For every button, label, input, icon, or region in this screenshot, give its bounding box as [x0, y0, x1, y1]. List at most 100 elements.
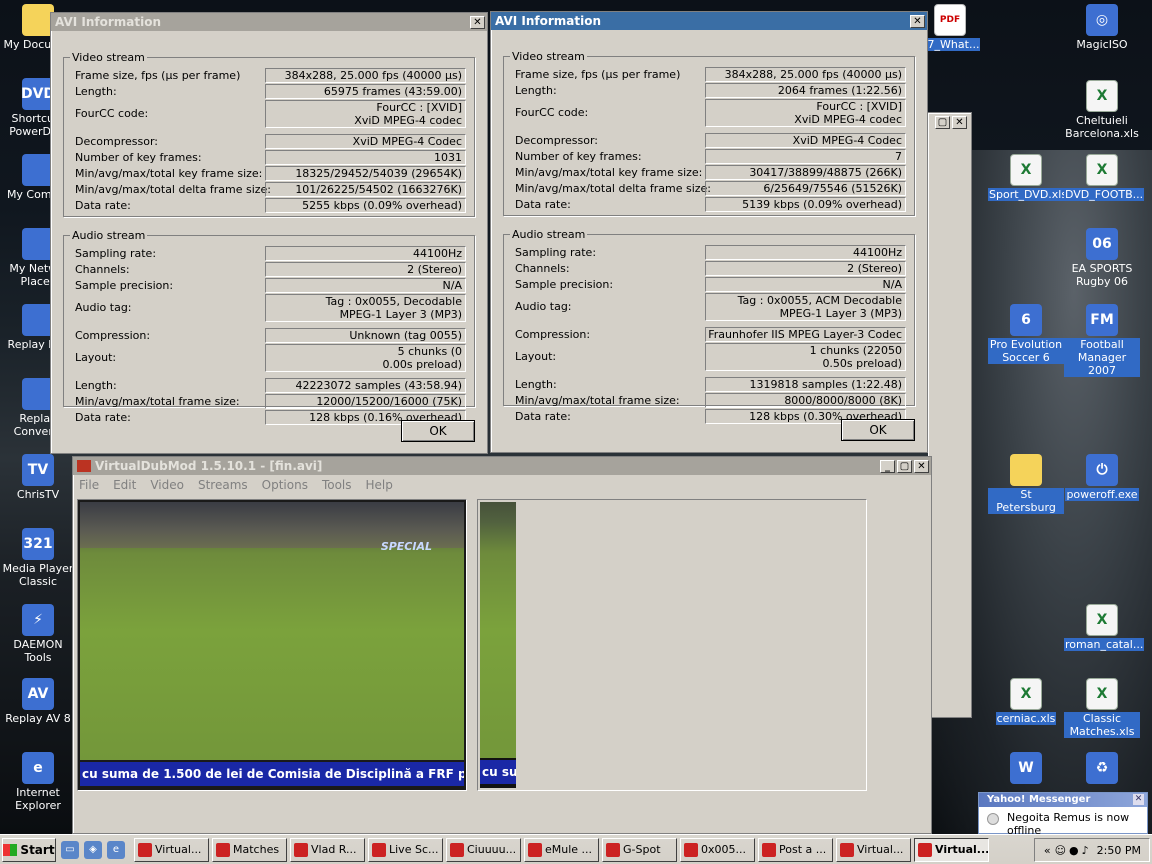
- taskbar-button[interactable]: Post a ...: [758, 837, 833, 862]
- desktop-icon[interactable]: 6 Pro Evolution Soccer 6: [988, 304, 1064, 364]
- desktop-icon[interactable]: Xroman_catal...: [1064, 604, 1145, 651]
- menu-item-file[interactable]: File: [79, 478, 99, 492]
- close-icon[interactable]: ✕: [1133, 794, 1144, 805]
- output-video-pane[interactable]: cu su: [477, 499, 867, 791]
- app-file-icon: e: [22, 752, 54, 784]
- menu-item-video[interactable]: Video: [150, 478, 184, 492]
- taskbar-button[interactable]: 0x005...: [680, 837, 755, 862]
- desktop-icon[interactable]: X Classic Matches.xls: [1064, 678, 1140, 738]
- desktop-icon[interactable]: 321 Media Player Classic: [0, 528, 76, 588]
- vdub-title: VirtualDubMod 1.5.10.1 - [fin.avi]: [95, 459, 323, 473]
- info-label: Sampling rate:: [515, 246, 597, 259]
- desktop-icon-label: EA SPORTS Rugby 06: [1071, 262, 1133, 288]
- vdub-app-icon: [77, 460, 91, 472]
- taskbar-app-icon: [606, 842, 620, 857]
- desktop-icon[interactable]: ⏻ poweroff.exe: [1064, 454, 1140, 501]
- menu-item-streams[interactable]: Streams: [198, 478, 248, 492]
- info-value: 8000/8000/8000 (8K): [705, 393, 906, 408]
- taskbar-button[interactable]: Virtual...: [836, 837, 911, 862]
- desktop-icon-label: Pro Evolution Soccer 6: [988, 338, 1064, 364]
- menu-item-tools[interactable]: Tools: [322, 478, 352, 492]
- close-icon[interactable]: ✕: [470, 15, 485, 29]
- taskbar-button[interactable]: eMule ...: [524, 837, 599, 862]
- start-button[interactable]: Start: [2, 837, 56, 862]
- desktop-icon[interactable]: X Sport_DVD.xls: [988, 154, 1069, 201]
- info-label: Min/avg/max/total frame size:: [515, 394, 680, 407]
- desktop-icon[interactable]: St Petersburg: [988, 454, 1064, 514]
- desktop-icon[interactable]: Xcerniac.xls: [988, 678, 1064, 725]
- yahoo-messenger-toast[interactable]: Yahoo! Messenger ✕ Negoita Remus is now …: [978, 792, 1148, 834]
- close-icon[interactable]: ✕: [914, 459, 929, 473]
- desktop-icon[interactable]: 06 EA SPORTS Rugby 06: [1064, 228, 1140, 288]
- restore-icon[interactable]: ▢: [935, 116, 950, 129]
- desktop-icon[interactable]: ◎ MagicISO: [1064, 4, 1140, 51]
- video-stream-group: Video stream Frame size, fps (µs per fram…: [63, 51, 475, 217]
- desktop-icon[interactable]: e Internet Explorer: [0, 752, 76, 812]
- avi-information-window-2[interactable]: AVI Information ✕ Video stream Frame size…: [490, 11, 928, 453]
- avi1-titlebar[interactable]: AVI Information ✕: [51, 13, 487, 31]
- info-label: Min/avg/max/total delta frame size:: [75, 183, 271, 196]
- desktop-icon[interactable]: TV ChrisTV: [0, 454, 76, 501]
- tray-emoji-icon[interactable]: ☺: [1055, 844, 1066, 857]
- minimize-icon[interactable]: _: [880, 459, 895, 473]
- taskbar-button[interactable]: Vlad R...: [290, 837, 365, 862]
- video-info-row: Decompressor: XviD MPEG-4 Codec: [512, 133, 906, 148]
- tray-expand-icon[interactable]: «: [1044, 844, 1051, 857]
- info-label: Length:: [515, 378, 557, 391]
- info-label: Compression:: [75, 329, 151, 342]
- xls-file-icon: X: [1086, 80, 1118, 112]
- app-file-icon: ◎: [1086, 4, 1118, 36]
- yahoo-toast-title: Yahoo! Messenger: [979, 793, 1147, 807]
- close-icon[interactable]: ✕: [952, 116, 967, 129]
- vdub-titlebar[interactable]: VirtualDubMod 1.5.10.1 - [fin.avi] _ ▢ ✕: [73, 457, 931, 475]
- background-window[interactable]: ▢ ✕: [928, 112, 972, 718]
- menu-item-help[interactable]: Help: [366, 478, 393, 492]
- info-label: Min/avg/max/total key frame size:: [75, 167, 263, 180]
- taskbar-button[interactable]: Matches: [212, 837, 287, 862]
- avi2-titlebar[interactable]: AVI Information ✕: [491, 12, 927, 30]
- taskbar-button[interactable]: Ciuuuu...: [446, 837, 521, 862]
- overlay-logo: SPECIAL: [380, 540, 432, 553]
- info-label: Sample precision:: [515, 278, 614, 291]
- desktop-icon[interactable]: ⚡ DAEMON Tools: [0, 604, 76, 664]
- ok-button[interactable]: OK: [841, 419, 915, 441]
- info-value: 5255 kbps (0.09% overhead): [265, 198, 466, 213]
- info-label: Audio tag:: [515, 300, 572, 313]
- start-label: Start: [20, 842, 55, 857]
- internet-explorer-icon[interactable]: e: [107, 840, 125, 859]
- info-value: 65975 frames (43:59.00): [265, 84, 466, 99]
- taskbar-button[interactable]: Live Sc...: [368, 837, 443, 862]
- tray-messenger-icon[interactable]: ●: [1069, 844, 1079, 857]
- info-value: 1319818 samples (1:22.48): [705, 377, 906, 392]
- info-value: 2 (Stereo): [265, 262, 466, 277]
- info-value: Tag : 0x0055, Decodable MPEG-1 Layer 3 (M…: [265, 294, 466, 322]
- taskbar-app-icon: [762, 842, 776, 857]
- desktop-icon-label: DAEMON Tools: [13, 638, 63, 664]
- desktop-icon[interactable]: AV Replay AV 8: [0, 678, 76, 725]
- taskbar-button[interactable]: Virtual...: [134, 837, 209, 862]
- app-file-icon: FM: [1086, 304, 1118, 336]
- desktop-icon[interactable]: X DVD_FOOTB...: [1064, 154, 1145, 201]
- menu-item-edit[interactable]: Edit: [113, 478, 136, 492]
- taskbar-button[interactable]: Virtual...: [914, 837, 989, 862]
- virtualdubmod-window[interactable]: VirtualDubMod 1.5.10.1 - [fin.avi] _ ▢ ✕…: [72, 456, 932, 834]
- maximize-icon[interactable]: ▢: [897, 459, 912, 473]
- audio-info-row: Sample precision: N/A: [512, 277, 906, 292]
- info-value: Fraunhofer IIS MPEG Layer-3 Codec: [705, 327, 906, 342]
- quicklaunch-app-icon[interactable]: ◈: [84, 840, 102, 859]
- info-value: 1031: [265, 150, 466, 165]
- avi-information-window-1[interactable]: AVI Information ✕ Video stream Frame size…: [50, 12, 488, 454]
- taskbar-app-icon: [138, 842, 152, 857]
- input-video-pane[interactable]: SPECIAL cu suma de 1.500 de lei de Comis…: [77, 499, 467, 791]
- taskbar-button[interactable]: G-Spot: [602, 837, 677, 862]
- desktop-icon[interactable]: FM Football Manager 2007: [1064, 304, 1140, 377]
- show-desktop-icon[interactable]: ▭: [61, 840, 79, 859]
- close-icon[interactable]: ✕: [910, 14, 925, 28]
- ok-button[interactable]: OK: [401, 420, 475, 442]
- app-file-icon: ⚡: [22, 604, 54, 636]
- taskbar-button-label: Vlad R...: [311, 843, 357, 856]
- volume-icon[interactable]: ♪: [1082, 844, 1089, 857]
- info-value: 6/25649/75546 (51526K): [705, 181, 906, 196]
- menu-item-options[interactable]: Options: [262, 478, 308, 492]
- desktop-icon[interactable]: X Cheltuieli Barcelona.xls: [1064, 80, 1140, 140]
